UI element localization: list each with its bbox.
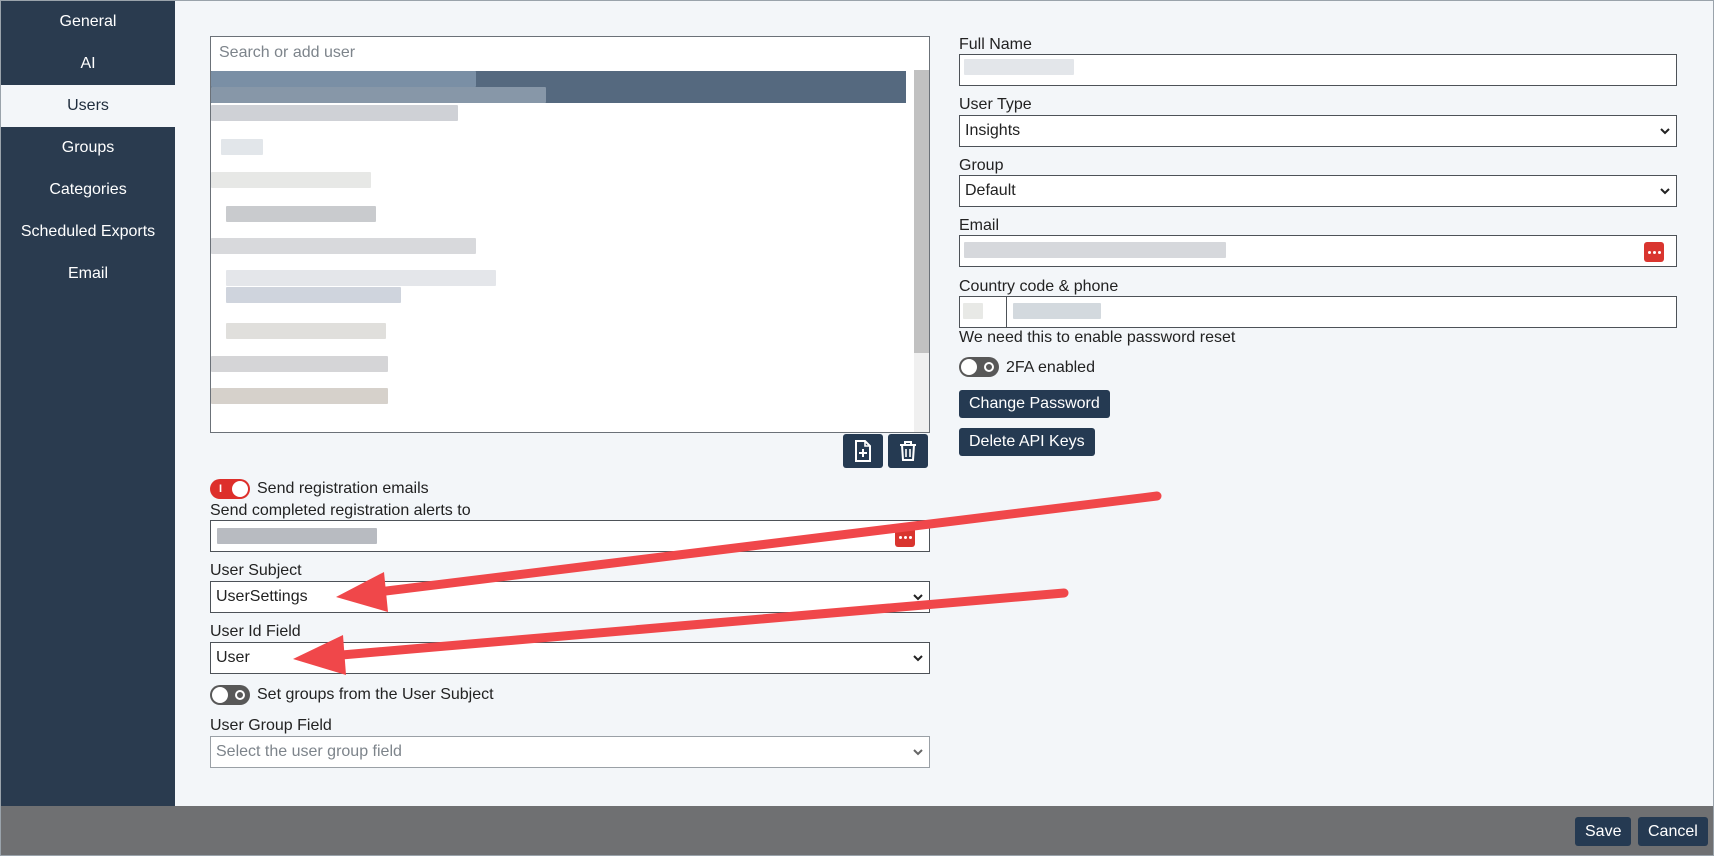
redacted-text — [211, 87, 546, 103]
trash-icon — [900, 441, 916, 461]
password-manager-icon[interactable] — [895, 527, 915, 547]
email-input[interactable] — [959, 235, 1677, 267]
phone-helper-text: We need this to enable password reset — [959, 329, 1236, 346]
sidebar-item-general[interactable]: General — [1, 1, 175, 43]
toggle-off-mark — [235, 690, 245, 700]
set-groups-label: Set groups from the User Subject — [257, 686, 494, 703]
user-group-field-select[interactable]: Select the user group field — [210, 736, 930, 768]
password-manager-icon[interactable] — [1644, 242, 1664, 262]
toggle-on-mark: I — [219, 483, 223, 495]
phone-label: Country code & phone — [959, 278, 1119, 295]
set-groups-toggle[interactable] — [210, 685, 250, 705]
chevron-down-icon — [913, 749, 923, 756]
redacted-text — [226, 323, 386, 339]
redacted-text — [211, 172, 371, 188]
footer-bar: Save Cancel — [1, 806, 1713, 855]
redacted-text — [211, 388, 388, 404]
toggle-knob — [212, 687, 228, 703]
full-name-label: Full Name — [959, 36, 1032, 53]
toggle-knob — [232, 481, 248, 497]
2fa-label: 2FA enabled — [1006, 359, 1095, 376]
redacted-text — [1013, 303, 1101, 319]
send-registration-emails-label: Send registration emails — [257, 480, 429, 497]
sidebar: General AI Users Groups Categories Sched… — [1, 1, 175, 806]
user-search-input[interactable] — [211, 37, 929, 69]
redacted-text — [211, 238, 476, 254]
save-button[interactable]: Save — [1575, 817, 1632, 846]
sidebar-item-email[interactable]: Email — [1, 253, 175, 295]
user-subject-value: UserSettings — [216, 588, 308, 605]
user-group-field-label: User Group Field — [210, 717, 332, 734]
toggle-knob — [961, 359, 977, 375]
user-id-field-select[interactable]: User — [210, 642, 930, 674]
registration-alerts-label: Send completed registration alerts to — [210, 502, 471, 519]
delete-user-button[interactable] — [888, 434, 928, 468]
file-plus-icon — [855, 440, 871, 462]
toggle-off-mark — [984, 362, 994, 372]
user-type-select[interactable]: Insights — [959, 115, 1677, 147]
redacted-text — [226, 206, 376, 222]
group-value: Default — [965, 182, 1016, 199]
full-name-input[interactable] — [959, 54, 1677, 86]
group-label: Group — [959, 157, 1004, 174]
sidebar-item-ai[interactable]: AI — [1, 43, 175, 85]
sidebar-item-scheduled-exports[interactable]: Scheduled Exports — [1, 211, 175, 253]
chevron-down-icon — [1660, 188, 1670, 195]
redacted-text — [211, 71, 476, 87]
user-type-label: User Type — [959, 96, 1032, 113]
user-id-field-label: User Id Field — [210, 623, 301, 640]
user-subject-label: User Subject — [210, 562, 302, 579]
add-user-button[interactable] — [843, 434, 883, 468]
user-id-field-value: User — [216, 649, 250, 666]
group-select[interactable]: Default — [959, 175, 1677, 207]
email-label: Email — [959, 217, 1000, 234]
cancel-button[interactable]: Cancel — [1638, 817, 1708, 846]
phone-input[interactable] — [1006, 296, 1677, 328]
sidebar-item-categories[interactable]: Categories — [1, 169, 175, 211]
user-list — [210, 36, 930, 433]
redacted-text — [964, 59, 1074, 75]
user-subject-select[interactable]: UserSettings — [210, 581, 930, 613]
redacted-text — [226, 270, 496, 286]
redacted-text — [963, 303, 983, 319]
sidebar-item-groups[interactable]: Groups — [1, 127, 175, 169]
delete-api-keys-button[interactable]: Delete API Keys — [959, 428, 1095, 456]
user-type-value: Insights — [965, 122, 1021, 139]
chevron-down-icon — [913, 655, 923, 662]
redacted-text — [211, 356, 388, 372]
sidebar-item-users[interactable]: Users — [1, 85, 175, 127]
user-group-field-placeholder: Select the user group field — [216, 743, 402, 760]
redacted-text — [217, 528, 377, 544]
country-code-input[interactable] — [959, 296, 1007, 328]
redacted-text — [211, 105, 458, 121]
send-registration-emails-toggle[interactable]: I — [210, 479, 250, 499]
2fa-toggle[interactable] — [959, 357, 999, 377]
chevron-down-icon — [913, 594, 923, 601]
user-list-items[interactable] — [211, 70, 929, 432]
redacted-text — [964, 242, 1226, 258]
list-scrollbar-thumb[interactable] — [914, 70, 929, 353]
user-list-item-selected[interactable] — [211, 71, 906, 103]
redacted-text — [226, 287, 401, 303]
registration-alerts-email-field[interactable] — [210, 520, 930, 552]
redacted-text — [221, 139, 263, 155]
chevron-down-icon — [1660, 128, 1670, 135]
change-password-button[interactable]: Change Password — [959, 390, 1110, 418]
